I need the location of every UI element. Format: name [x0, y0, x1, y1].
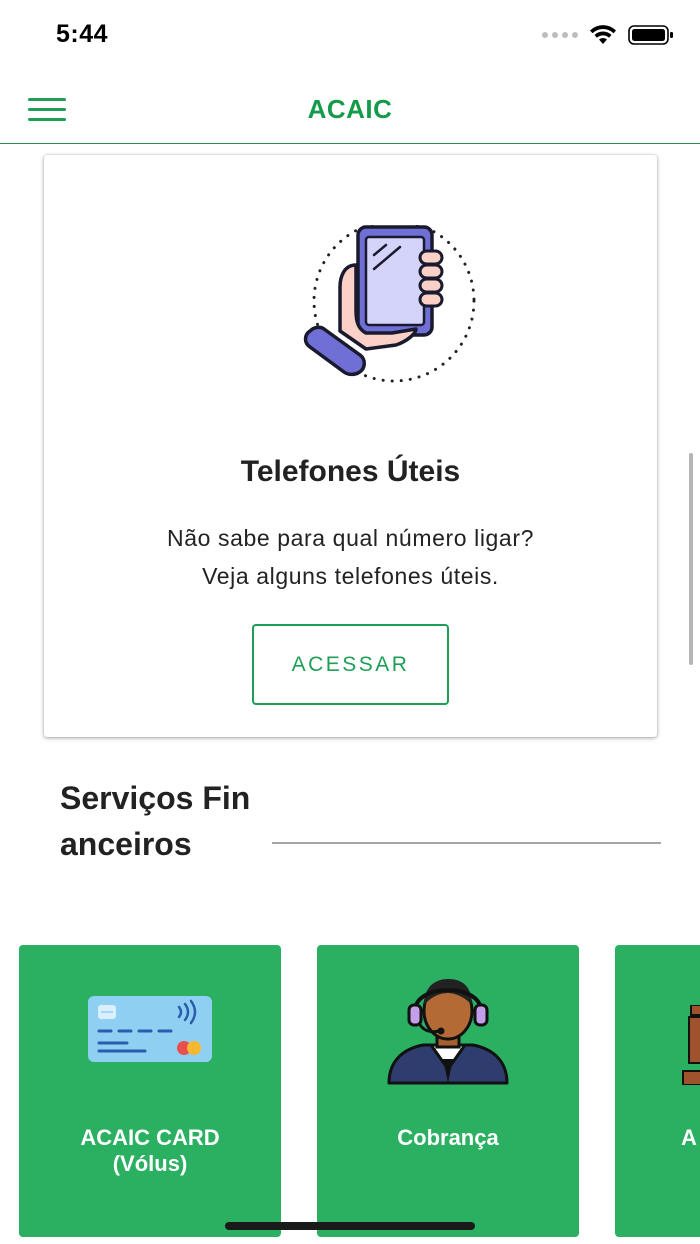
wifi-icon — [590, 25, 616, 44]
card-description-line: Veja alguns telefones úteis. — [202, 563, 499, 589]
card-description-line: Não sabe para qual número ligar? — [167, 525, 534, 551]
scrollbar[interactable] — [689, 453, 693, 665]
page-title: ACAIC — [307, 94, 393, 124]
card-title: Telefones Úteis — [240, 455, 461, 488]
cellular-signal-icon — [542, 32, 578, 38]
gavel-icon — [682, 1005, 700, 1085]
hand-holding-phone-icon — [303, 225, 476, 383]
battery-icon — [628, 25, 673, 45]
service-card-cobranca[interactable]: Cobrança — [317, 945, 579, 1237]
service-label: A J — [681, 1125, 700, 1150]
status-icons — [542, 24, 674, 46]
section-divider — [272, 842, 661, 844]
service-card-third[interactable]: A J — [615, 945, 700, 1237]
access-button[interactable]: ACESSAR — [252, 624, 449, 705]
service-label: Cobrança — [397, 1125, 499, 1150]
credit-card-icon — [88, 996, 212, 1062]
status-bar: 5:44 — [0, 0, 700, 72]
service-card-acaic-card[interactable]: ACAIC CARD (Vólus) — [19, 945, 281, 1237]
support-agent-icon — [387, 979, 509, 1085]
section-title: Serviços Financeiros — [60, 780, 251, 862]
app-header: ACAIC — [0, 72, 700, 144]
card-description: Não sabe para qual número ligar? Veja al… — [44, 519, 657, 595]
service-label: ACAIC CARD (Vólus) — [80, 1125, 220, 1176]
home-indicator[interactable] — [225, 1222, 475, 1230]
status-time: 5:44 — [56, 20, 109, 48]
app-screen: 5:44 ACAIC Telefones Úteis Não sabe para… — [0, 0, 700, 1244]
useful-phones-card: Telefones Úteis Não sabe para qual númer… — [44, 155, 657, 737]
